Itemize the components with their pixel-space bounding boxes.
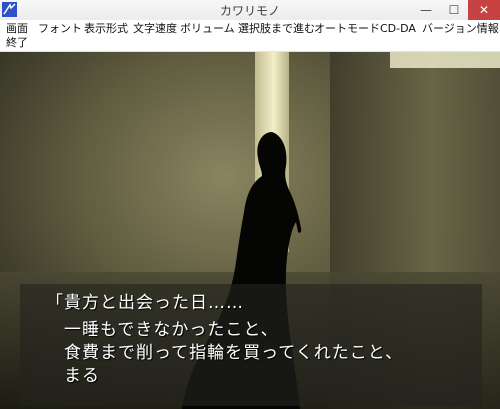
menu-item-font[interactable]: フォント (38, 22, 82, 36)
minimize-button[interactable]: — (412, 0, 440, 20)
menu-item-volume[interactable]: ボリューム (180, 22, 235, 36)
menu-item-text-speed[interactable]: 文字速度 (133, 22, 177, 36)
menu-item-auto-mode[interactable]: オートモード (314, 22, 380, 36)
menu-item-version-info[interactable]: バージョン情報 (422, 22, 499, 36)
maximize-button[interactable]: ☐ (441, 0, 467, 20)
dialogue-line: 一睡もできなかったこと、 (46, 320, 279, 340)
menu-item-skip-to-choice[interactable]: 選択肢まで進む (238, 22, 315, 36)
menu-item-display-format[interactable]: 表示形式 (84, 22, 128, 36)
dialogue-line: 食費まで削って指輪を買ってくれたこと、 (46, 343, 404, 363)
dialogue-line: 「貴方と出会った日…… (46, 293, 244, 313)
dialogue-line: まる (46, 366, 100, 386)
title-bar: カワリモノ — ☐ ✕ (0, 0, 500, 21)
dialogue-box[interactable]: 「貴方と出会った日…… 一睡もできなかったこと、 食費まで削って指輪を買ってくれ… (20, 284, 482, 406)
close-button[interactable]: ✕ (468, 0, 500, 20)
menu-item-exit[interactable]: 終了 (6, 36, 28, 50)
game-scene[interactable]: 「貴方と出会った日…… 一睡もできなかったこと、 食費まで削って指輪を買ってくれ… (0, 52, 500, 409)
menu-bar: 画面 フォント 表示形式 文字速度 ボリューム 選択肢まで進む オートモード C… (0, 20, 500, 52)
menu-item-cd-da[interactable]: CD-DA (380, 22, 416, 36)
menu-item-screen[interactable]: 画面 (6, 22, 28, 36)
